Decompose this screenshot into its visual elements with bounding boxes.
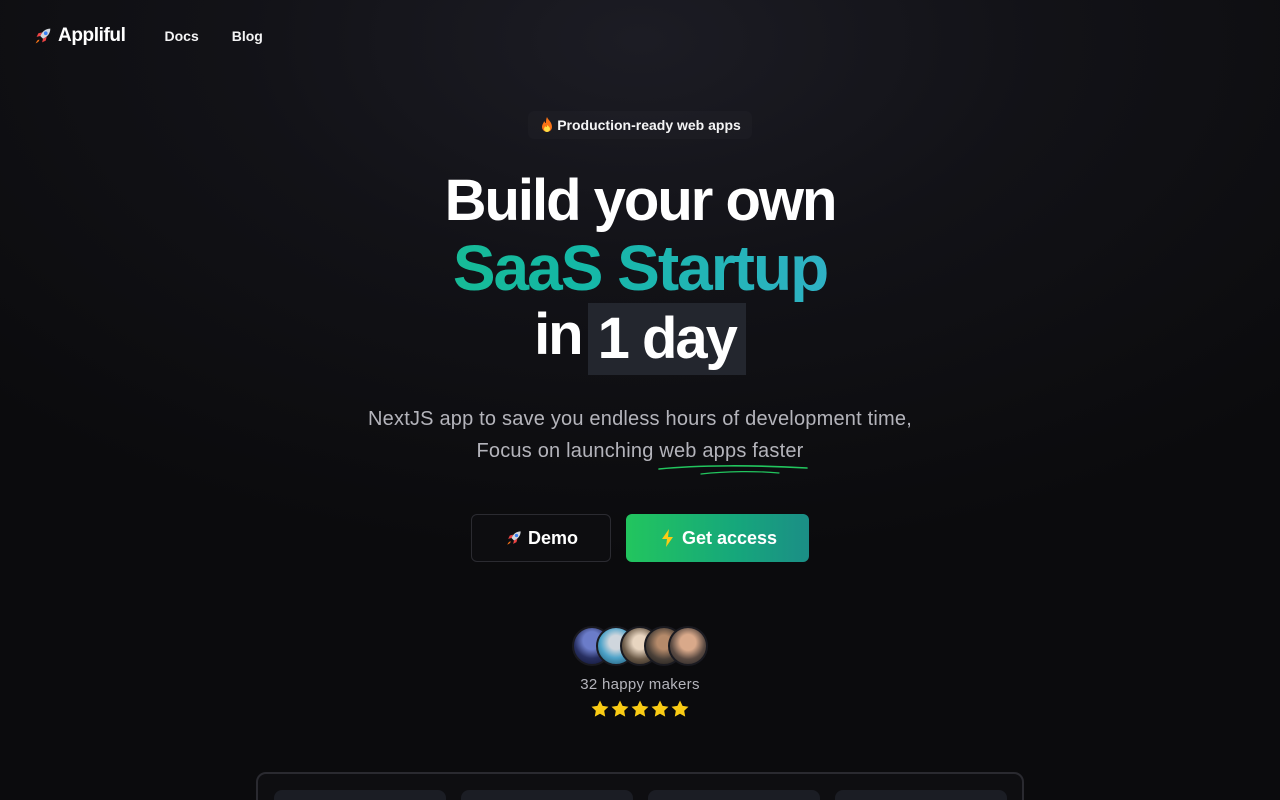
demo-button-label: Demo [527,527,578,548]
landing-page: Appliful Docs Blog Production-ready web … [0,0,1280,800]
star-icon [591,700,609,717]
hero-subtext: NextJS app to save you endless hours of … [0,403,1280,475]
squiggle-underline [658,465,809,475]
get-access-button[interactable]: Get access [626,514,809,562]
subtext-underlined: web apps faster [658,435,809,475]
preview-card [461,790,633,800]
rating-stars [590,699,690,719]
subtext-line-2: Focus on launching web apps faster [0,435,1280,475]
hero-badge: Production-ready web apps [528,111,752,139]
rocket-icon [507,531,521,545]
hero-headline: Build your own SaaS Startup in 1 day [0,168,1280,375]
subtext-line-1: NextJS app to save you endless hours of … [368,408,912,430]
subtext-line-2-prefix: Focus on launching [476,440,654,462]
star-icon [651,700,669,717]
makers-count: 32 happy makers [580,676,700,693]
site-header: Appliful Docs Blog [0,0,1280,72]
logo-text: Appliful [58,25,126,46]
lightning-icon [661,529,673,547]
subtext-underlined-text: web apps faster [659,440,804,462]
headline-line-1: Build your own [444,168,838,233]
preview-card [274,790,446,800]
star-icon [611,700,629,717]
get-access-button-label: Get access [681,527,778,548]
headline-line-3-prefix: in [534,302,584,367]
avatar [668,626,708,666]
avatar-group [572,626,712,666]
preview-card [835,790,1007,800]
headline-line-2: SaaS Startup [0,234,1280,302]
flame-icon [542,117,553,132]
preview-card [648,790,820,800]
headline-highlight: 1 day [587,302,746,375]
headline-line-3: in 1 day [0,302,1280,375]
star-icon [631,700,649,717]
logo-link[interactable]: Appliful [32,25,126,47]
app-preview-panel [256,772,1024,800]
demo-button[interactable]: Demo [471,514,611,562]
star-icon [671,700,689,717]
nav-docs-link[interactable]: Docs [165,28,199,44]
nav-blog-link[interactable]: Blog [232,28,263,44]
rocket-icon [35,28,51,44]
badge-text: Production-ready web apps [557,117,741,133]
